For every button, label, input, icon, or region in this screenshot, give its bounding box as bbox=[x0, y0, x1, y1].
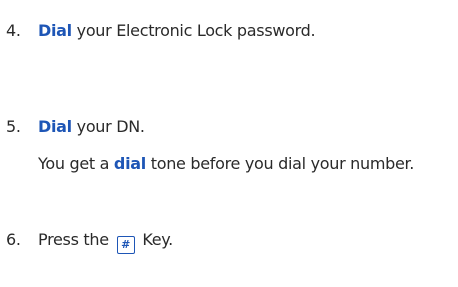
step-6-number: 6. bbox=[6, 230, 21, 249]
note-keyword: dial bbox=[113, 154, 146, 173]
note-prefix: You get a bbox=[38, 154, 114, 173]
step-4-body: your Electronic Lock password. bbox=[71, 21, 316, 40]
step-5-number: 5. bbox=[6, 117, 21, 136]
hash-key-icon: # bbox=[116, 236, 135, 254]
step-5-note: You get a dial tone before you dial your… bbox=[38, 153, 450, 174]
step-6-prefix: Press the bbox=[38, 230, 114, 249]
instruction-page: 4. Dial your Electronic Lock password. 5… bbox=[0, 0, 458, 287]
step-4-number: 4. bbox=[6, 21, 21, 40]
step-5-keyword: Dial bbox=[38, 117, 72, 136]
step-5-text: Dial your DN. bbox=[38, 117, 145, 136]
step-6-suffix: Key. bbox=[137, 230, 173, 249]
step-4-text: Dial your Electronic Lock password. bbox=[38, 21, 316, 40]
step-5-body: your DN. bbox=[71, 117, 145, 136]
step-4-keyword: Dial bbox=[38, 21, 72, 40]
note-suffix: tone before you dial your number. bbox=[145, 154, 415, 173]
step-6-text: Press the # Key. bbox=[38, 230, 173, 254]
